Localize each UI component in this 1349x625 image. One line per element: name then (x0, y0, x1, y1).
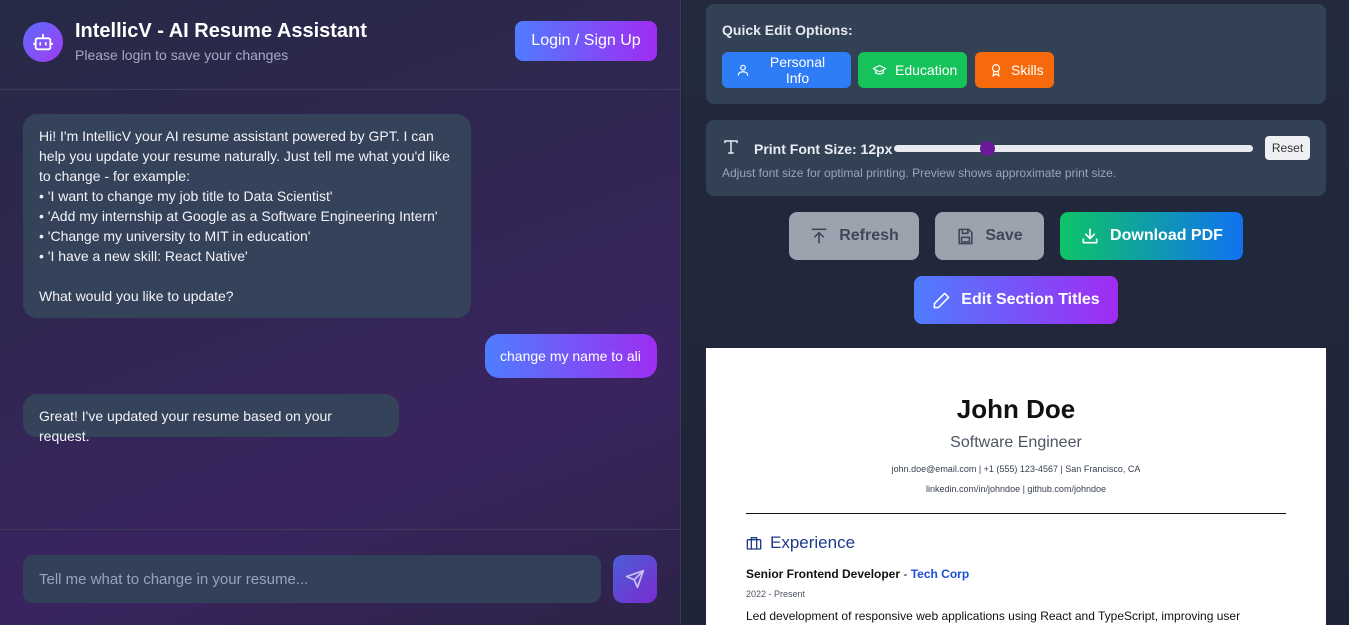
chat-panel: IntellicV - AI Resume Assistant Please l… (0, 0, 681, 625)
resume-divider (746, 513, 1286, 514)
graduation-cap-icon (872, 63, 887, 78)
upload-icon (809, 226, 829, 246)
bot-logo-icon (23, 22, 63, 62)
job-entry-title: Senior Frontend Developer - Tech Corp (746, 567, 969, 581)
send-button[interactable] (613, 555, 657, 603)
chat-message-user: change my name to ali (485, 334, 657, 378)
skills-label: Skills (1011, 62, 1044, 78)
message-line: to change - for example: (39, 168, 190, 184)
message-line: • 'Add my internship at Google as a Soft… (39, 208, 438, 224)
download-label: Download PDF (1110, 227, 1223, 244)
pencil-icon (932, 291, 951, 310)
resume-preview: John Doe Software Engineer john.doe@emai… (706, 348, 1326, 625)
message-line: • 'I have a new skill: React Native' (39, 248, 248, 264)
message-line: Hi! I'm IntellicV your AI resume assista… (39, 128, 434, 144)
personal-info-label: Personal Info (769, 54, 826, 86)
quick-edit-card: Quick Edit Options: Personal Info Educat… (706, 4, 1326, 104)
job-description: Led development of responsive web applic… (746, 609, 1241, 623)
font-size-slider[interactable] (894, 141, 1253, 156)
reset-button[interactable]: Reset (1265, 136, 1310, 160)
job-dates: 2022 - Present (746, 589, 806, 599)
edit-section-titles-label: Edit Section Titles (961, 291, 1100, 308)
award-icon (989, 63, 1003, 77)
briefcase-icon (746, 535, 762, 551)
login-signup-button[interactable]: Login / Sign Up (515, 21, 657, 61)
refresh-button[interactable]: Refresh (789, 212, 919, 260)
message-line: What would you like to update? (39, 288, 234, 304)
resume-name: John Doe (956, 394, 1076, 424)
slider-thumb[interactable] (980, 141, 996, 156)
font-size-card: Print Font Size: 12px Reset Adjust font … (706, 120, 1326, 196)
job-separator: - (900, 567, 911, 581)
education-label: Education (895, 62, 958, 78)
save-button[interactable]: Save (935, 212, 1044, 260)
save-label: Save (985, 227, 1023, 244)
app-subtitle: Please login to save your changes (75, 47, 289, 63)
send-icon (625, 569, 645, 589)
app-title: IntellicV - AI Resume Assistant (75, 20, 367, 42)
personal-info-button[interactable]: Personal Info (722, 52, 851, 88)
message-line (39, 266, 455, 286)
type-icon (722, 138, 740, 156)
font-size-label: Print Font Size: 12px (754, 141, 893, 157)
experience-label: Experience (770, 533, 856, 552)
message-line: • 'Change my university to MIT in educat… (39, 228, 311, 244)
download-pdf-button[interactable]: Download PDF (1060, 212, 1243, 260)
message-line: change my name to ali (500, 348, 641, 364)
experience-heading: Experience (746, 533, 855, 553)
save-icon (956, 227, 975, 246)
edit-section-titles-button[interactable]: Edit Section Titles (914, 276, 1118, 324)
resume-title: Software Engineer (950, 434, 1082, 451)
company-name: Tech Corp (910, 567, 970, 581)
resume-contact: john.doe@email.com | +1 (555) 123-4567 |… (891, 464, 1141, 474)
chat-message-assistant: Hi! I'm IntellicV your AI resume assista… (23, 114, 471, 318)
message-line: help you update your resume naturally. J… (39, 148, 450, 164)
chat-header: IntellicV - AI Resume Assistant Please l… (0, 0, 681, 90)
font-size-help: Adjust font size for optimal printing. P… (722, 166, 1117, 180)
quick-edit-title: Quick Edit Options: (722, 22, 853, 38)
chat-input[interactable] (23, 555, 601, 603)
user-icon (736, 63, 750, 77)
message-line: Great! I've updated your resume based on… (39, 408, 332, 444)
resume-panel: Quick Edit Options: Personal Info Educat… (682, 0, 1349, 625)
skills-button[interactable]: Skills (975, 52, 1054, 88)
refresh-label: Refresh (839, 227, 899, 244)
chat-message-assistant: Great! I've updated your resume based on… (23, 394, 399, 444)
education-button[interactable]: Education (858, 52, 967, 88)
chat-composer (0, 529, 681, 625)
download-icon (1080, 226, 1100, 246)
resume-links: linkedin.com/in/johndoe | github.com/joh… (926, 484, 1106, 494)
message-line: • 'I want to change my job title to Data… (39, 188, 333, 204)
job-title: Senior Frontend Developer (746, 567, 901, 581)
